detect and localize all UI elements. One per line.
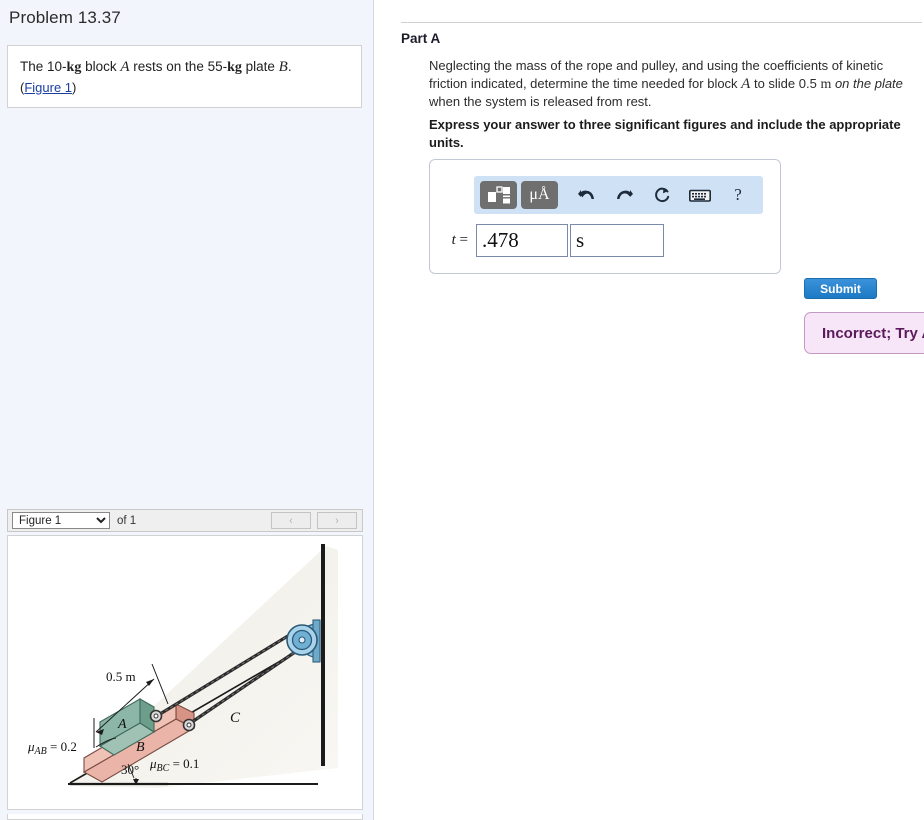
statement-part-2: block — [81, 59, 121, 74]
section-divider — [401, 22, 922, 23]
answer-right-panel: Part A Neglecting the mass of the rope a… — [375, 0, 924, 820]
figure-count-label: of 1 — [117, 514, 137, 527]
statement-part-3: rests on the 55- — [129, 59, 228, 74]
variable-name: t — [451, 232, 456, 248]
math-editor-toolbar: μÅ ? — [474, 176, 763, 214]
rope-eye-block-a — [149, 709, 163, 723]
dimension-label: 0.5 m — [106, 669, 136, 684]
chevron-left-icon: ‹ — [289, 514, 293, 527]
figure-next-button[interactable]: › — [317, 512, 357, 529]
mastering-physics-problem-page: Problem 13.37 The 10-kg block A rests on… — [0, 0, 924, 820]
statement-period: . — [287, 59, 292, 74]
figure-selector-bar: Figure 1 of 1 ‹ › — [7, 509, 363, 532]
figure-prev-button[interactable]: ‹ — [271, 512, 311, 529]
problem-statement-text: The 10-kg block A rests on the 55-kg pla… — [20, 57, 349, 77]
label-surface-c: C — [230, 710, 241, 726]
unit-kg-1: kg — [66, 60, 82, 75]
question-segment-2: to slide 0.5 — [750, 75, 821, 91]
answer-input-card: μÅ ? t = .478 s — [429, 159, 781, 274]
micro-angstrom-units-icon[interactable]: μÅ — [521, 181, 558, 209]
figure-nav-group: ‹ › — [271, 512, 357, 529]
math-template-glyph — [487, 186, 510, 204]
part-a-heading: Part A — [401, 31, 441, 46]
rope-eye-plate-b — [182, 718, 196, 732]
statement-part-1: The 10- — [20, 59, 67, 74]
redo-glyph — [616, 189, 633, 199]
question-symbol-a: A — [741, 75, 751, 92]
undo-glyph — [577, 189, 594, 199]
question-segment-3: when the system is released from rest. — [429, 94, 652, 109]
figure-select-dropdown[interactable]: Figure 1 — [12, 512, 110, 529]
answer-unit-input[interactable] — [570, 224, 664, 257]
help-question-icon[interactable]: ? — [721, 181, 755, 209]
question-text: Neglecting the mass of the rope and pull… — [429, 57, 913, 111]
equals-sign: = — [459, 232, 468, 248]
question-unit-m: m — [820, 76, 832, 92]
paren-close: ) — [72, 80, 77, 95]
figure-link-line: (Figure 1) — [20, 79, 349, 97]
reset-glyph — [654, 187, 669, 203]
feedback-banner: Incorrect; Try Again; 5 attempts remaini… — [804, 312, 924, 354]
submit-button[interactable]: Submit — [804, 278, 877, 299]
question-emphasis: on the plate — [831, 75, 903, 91]
undo-arrow-icon[interactable] — [569, 181, 603, 209]
angle-label: 30° — [121, 762, 139, 777]
statement-part-4: plate — [241, 59, 279, 74]
figure-panel-footer — [7, 814, 363, 820]
help-glyph: ? — [734, 185, 742, 204]
page-title: Problem 13.37 — [9, 8, 121, 27]
wall — [321, 544, 325, 766]
keyboard-glyph — [689, 189, 711, 202]
keyboard-icon[interactable] — [683, 181, 717, 209]
symbol-block-a: A — [120, 59, 130, 75]
inclined-plane-diagram: 0.5 m A B C μAB = 0.2 μBC = 0.1 30° — [27, 544, 338, 788]
variable-equals-label: t = — [442, 232, 468, 249]
answer-value-input[interactable] — [476, 224, 568, 257]
unit-kg-2: kg — [227, 60, 242, 75]
problem-left-panel: Problem 13.37 The 10-kg block A rests on… — [0, 0, 374, 820]
answer-instruction: Express your answer to three significant… — [429, 117, 901, 150]
svg-text:μAB = 0.2: μAB = 0.2 — [27, 739, 77, 757]
units-glyph: μÅ — [529, 186, 550, 203]
label-block-a: A — [117, 717, 127, 732]
chevron-right-icon: › — [335, 514, 339, 527]
answer-entry-row: t = — [442, 224, 664, 257]
feedback-message: Incorrect; Try Again; 5 attempts remaini… — [822, 324, 924, 342]
redo-arrow-icon[interactable] — [607, 181, 641, 209]
label-plate-b: B — [136, 740, 145, 755]
problem-statement-box: The 10-kg block A rests on the 55-kg pla… — [7, 45, 362, 108]
symbol-plate-b: B — [278, 59, 288, 75]
figure-1-link[interactable]: Figure 1 — [24, 80, 72, 95]
figure-image-panel[interactable]: 0.5 m A B C μAB = 0.2 μBC = 0.1 30° — [7, 535, 363, 810]
reset-refresh-icon[interactable] — [645, 181, 679, 209]
math-template-icon[interactable] — [480, 181, 517, 209]
